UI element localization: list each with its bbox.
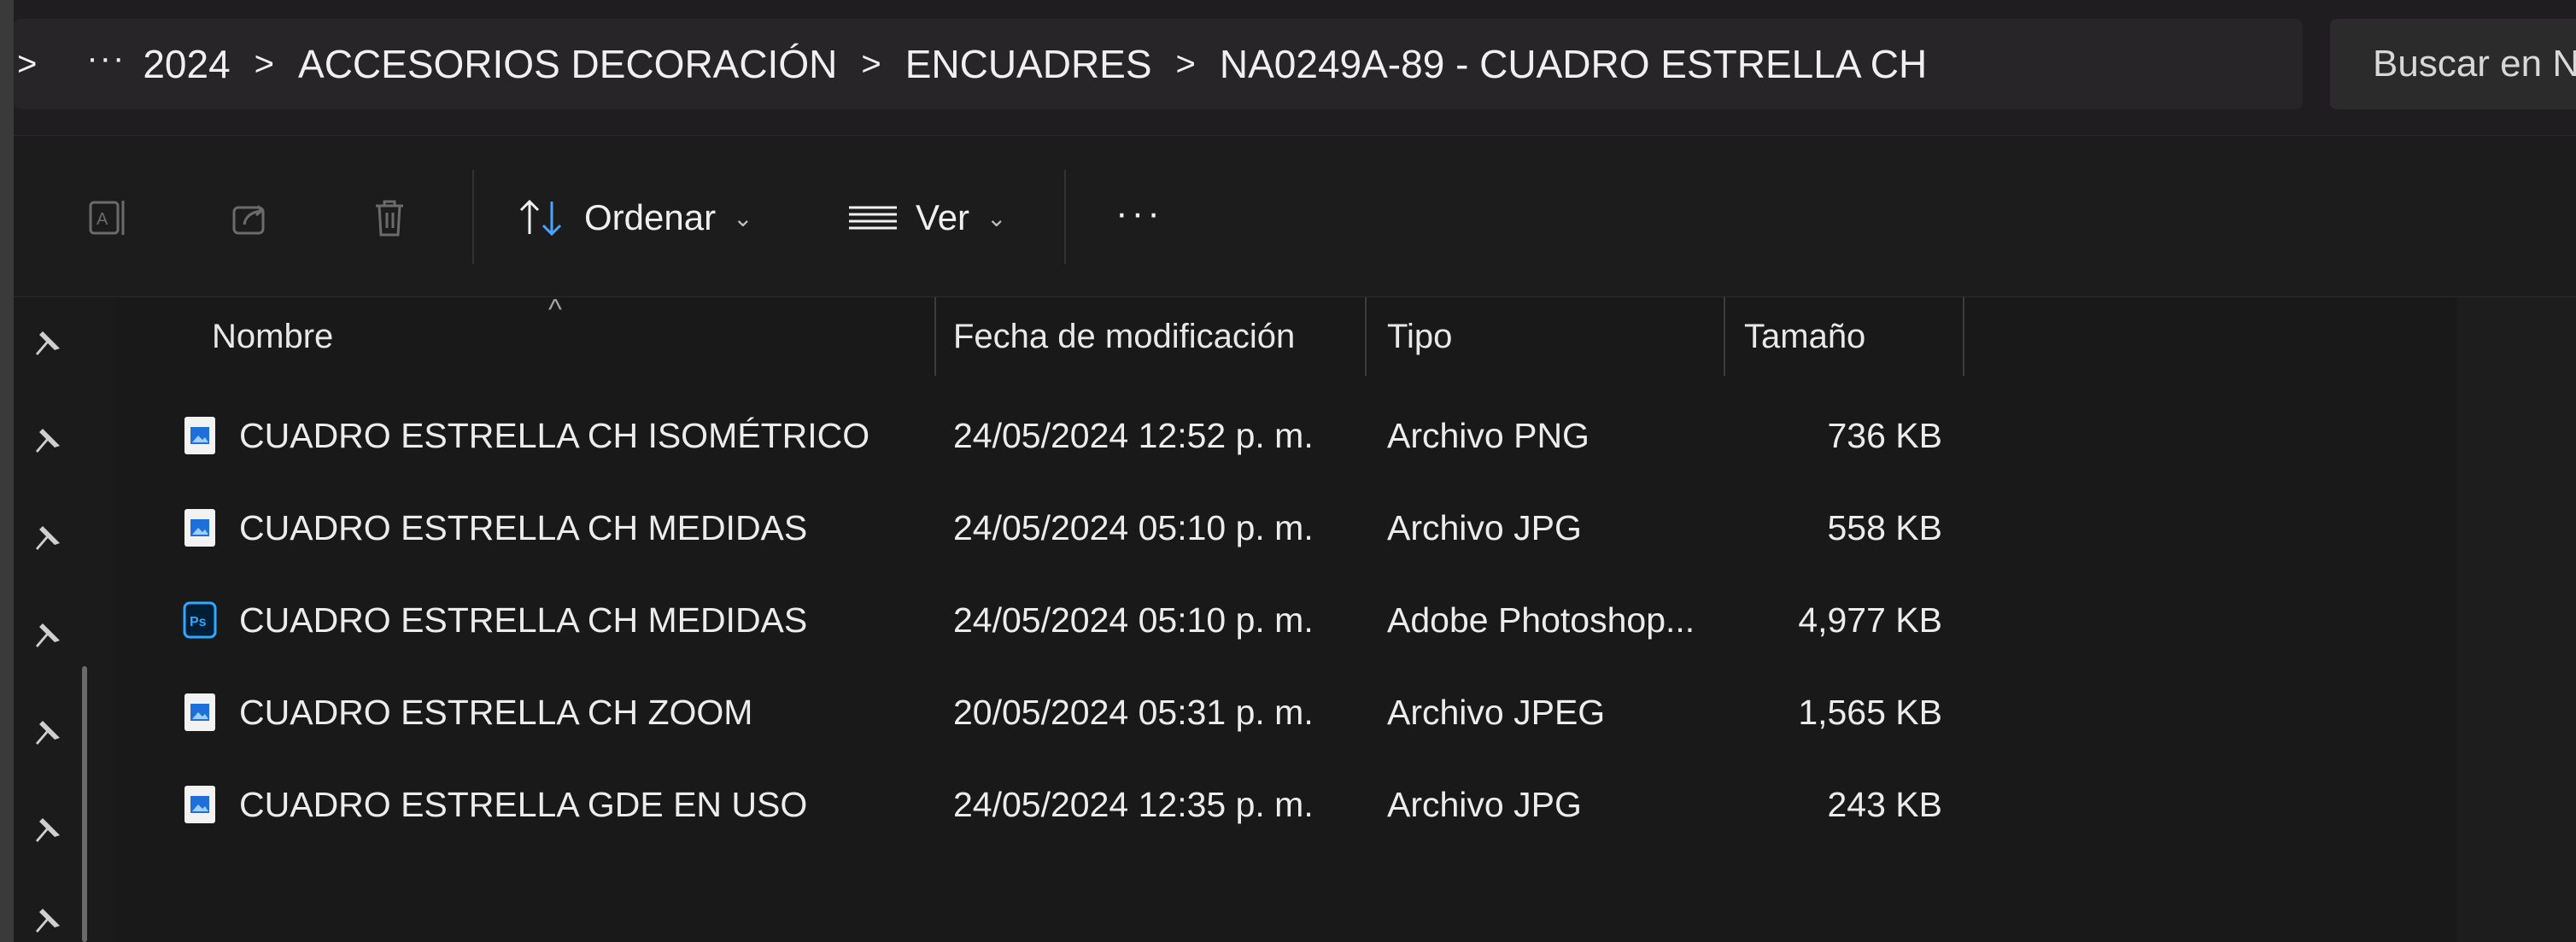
chevron-down-icon: ⌄ [733, 204, 753, 231]
breadcrumb-item-encuadres[interactable]: ENCUADRES [905, 41, 1152, 87]
file-type: Adobe Photoshop... [1387, 600, 1695, 640]
breadcrumb-item-accesorios[interactable]: ACCESORIOS DECORACIÓN [298, 41, 837, 87]
rename-icon[interactable]: A [82, 192, 133, 243]
column-header-type[interactable]: Tipo [1387, 297, 1452, 376]
toolbar-separator [1064, 170, 1066, 264]
file-type: Archivo JPG [1387, 784, 1582, 824]
column-header-name[interactable]: Nombre [212, 297, 333, 376]
pin-icon[interactable] [31, 521, 65, 555]
breadcrumb-item-current-folder[interactable]: NA0249A-89 - CUADRO ESTRELLA CH [1220, 41, 1927, 87]
pin-icon[interactable] [31, 326, 65, 360]
sort-button[interactable]: Ordenar ⌄ [518, 184, 753, 252]
breadcrumb-expand-arrow[interactable]: > [14, 45, 56, 84]
file-name-cell: CUADRO ESTRELLA CH ZOOM [181, 666, 752, 758]
file-row[interactable]: CUADRO ESTRELLA CH ISOMÉTRICO 24/05/2024… [116, 389, 2081, 482]
view-button[interactable]: Ver ⌄ [847, 184, 1007, 252]
search-box[interactable]: Buscar en N [2330, 19, 2576, 109]
file-list: Nombre ^ Fecha de modificación Tipo Tama… [116, 294, 2456, 942]
file-row[interactable]: CUADRO ESTRELLA GDE EN USO 24/05/2024 12… [116, 758, 2081, 851]
file-name: CUADRO ESTRELLA CH ISOMÉTRICO [239, 415, 870, 455]
file-row[interactable]: Ps CUADRO ESTRELLA CH MEDIDAS 24/05/2024… [116, 574, 2081, 666]
column-divider[interactable] [1963, 297, 1964, 376]
file-name-cell: CUADRO ESTRELLA CH MEDIDAS [181, 482, 807, 574]
sort-icon [519, 199, 562, 237]
file-name-cell: CUADRO ESTRELLA GDE EN USO [181, 758, 807, 851]
pin-icon[interactable] [31, 813, 65, 847]
breadcrumb-separator[interactable]: > [1152, 45, 1220, 84]
command-bar: A Ordenar ⌄ Ver ⌄ ··· [14, 135, 2576, 297]
address-bar-row: > ··· 2024 > ACCESORIOS DECORACIÓN > ENC… [0, 0, 2576, 135]
file-date: 20/05/2024 05:31 p. m. [953, 692, 1314, 732]
file-date: 24/05/2024 05:10 p. m. [953, 507, 1314, 547]
image-file-icon [184, 786, 215, 823]
column-divider[interactable] [1724, 297, 1725, 376]
file-size: 558 KB [1827, 507, 1943, 547]
file-row[interactable]: CUADRO ESTRELLA CH MEDIDAS 24/05/2024 05… [116, 482, 2081, 574]
chevron-down-icon: ⌄ [986, 204, 1007, 231]
image-file-icon [184, 509, 215, 547]
column-header-date[interactable]: Fecha de modificación [953, 297, 1295, 376]
file-name: CUADRO ESTRELLA CH MEDIDAS [239, 600, 808, 640]
view-icon [849, 206, 897, 230]
file-row[interactable]: CUADRO ESTRELLA CH ZOOM 20/05/2024 05:31… [116, 666, 2081, 758]
file-type: Archivo JPEG [1387, 692, 1606, 732]
column-header-size[interactable]: Tamaño [1744, 297, 1865, 376]
window-left-edge [0, 0, 14, 942]
file-name-cell: CUADRO ESTRELLA CH ISOMÉTRICO [181, 389, 869, 482]
file-name: CUADRO ESTRELLA CH MEDIDAS [239, 507, 808, 547]
pin-icon[interactable] [31, 618, 65, 652]
pin-icon[interactable] [31, 716, 65, 750]
image-file-icon [184, 417, 215, 454]
file-date: 24/05/2024 12:35 p. m. [953, 784, 1314, 824]
photoshop-file-icon: Ps [183, 601, 217, 639]
file-size: 243 KB [1827, 784, 1943, 824]
image-file-icon [184, 693, 215, 731]
file-type: Archivo PNG [1387, 415, 1590, 455]
column-divider[interactable] [1365, 297, 1367, 376]
sort-ascending-indicator: ^ [548, 294, 562, 326]
navigation-scrollbar[interactable] [82, 666, 87, 942]
breadcrumb-separator[interactable]: > [837, 45, 905, 84]
breadcrumb-overflow-button[interactable]: ··· [56, 39, 143, 90]
file-date: 24/05/2024 12:52 p. m. [953, 415, 1314, 455]
file-date: 24/05/2024 05:10 p. m. [953, 600, 1314, 640]
pin-icon[interactable] [31, 424, 65, 458]
address-bar[interactable]: > ··· 2024 > ACCESORIOS DECORACIÓN > ENC… [14, 19, 2303, 109]
file-size: 736 KB [1827, 415, 1943, 455]
svg-text:Ps: Ps [190, 615, 207, 629]
svg-text:A: A [97, 210, 108, 229]
share-icon[interactable] [225, 192, 277, 243]
search-input[interactable]: Buscar en N [2373, 43, 2576, 85]
sort-button-label: Ordenar [584, 197, 717, 237]
file-name: CUADRO ESTRELLA CH ZOOM [239, 692, 753, 732]
file-name-cell: Ps CUADRO ESTRELLA CH MEDIDAS [181, 574, 807, 666]
details-pane [2456, 297, 2576, 942]
file-name: CUADRO ESTRELLA GDE EN USO [239, 784, 808, 824]
breadcrumb-separator[interactable]: > [231, 45, 298, 84]
file-size: 4,977 KB [1798, 600, 1942, 640]
pin-icon[interactable] [31, 904, 65, 938]
view-button-label: Ver [916, 197, 970, 237]
file-type: Archivo JPG [1387, 507, 1582, 547]
delete-icon[interactable] [364, 192, 415, 243]
more-options-button[interactable]: ··· [1115, 192, 1163, 235]
navigation-pane [14, 297, 116, 942]
file-size: 1,565 KB [1798, 692, 1942, 732]
breadcrumb-item-2024[interactable]: 2024 [143, 41, 230, 87]
column-divider[interactable] [934, 297, 936, 376]
toolbar-separator [472, 170, 474, 264]
